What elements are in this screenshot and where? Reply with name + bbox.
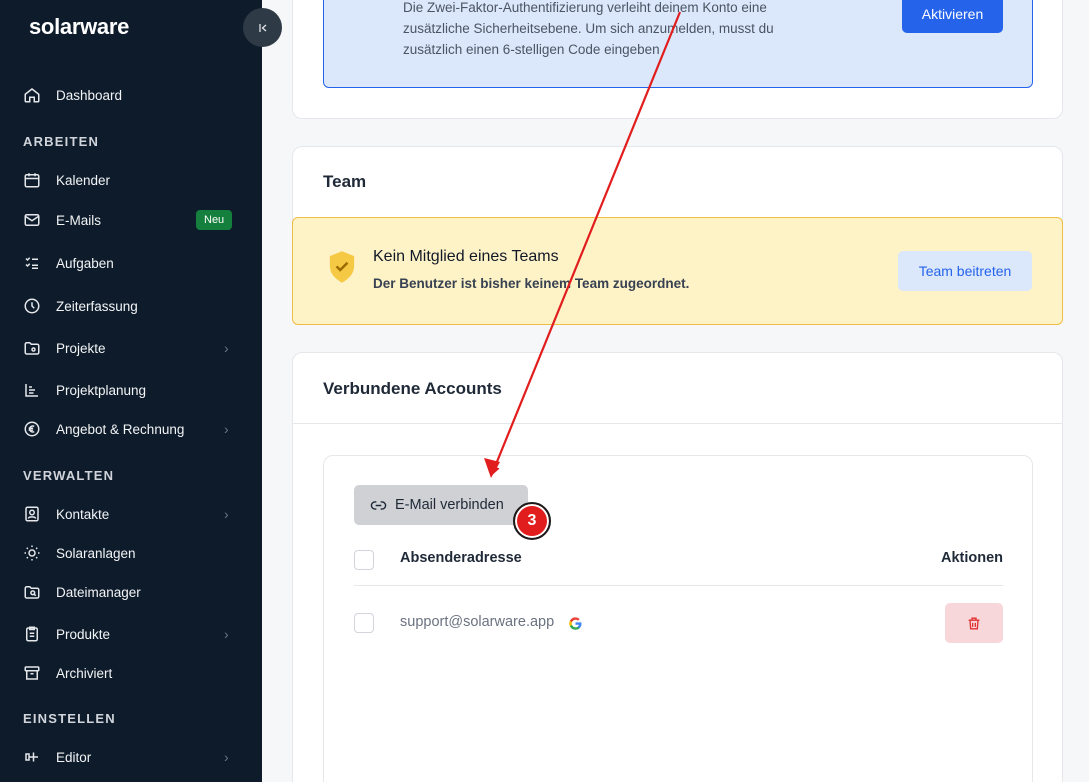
- delete-account-button[interactable]: [945, 603, 1003, 643]
- sidebar-item-label: Kalender: [56, 172, 111, 188]
- chevron-right-icon: ›: [224, 749, 229, 765]
- table-header-divider: [354, 585, 1003, 586]
- sidebar: solarware Dashboard ARBEITEN Kalender E-…: [0, 0, 262, 782]
- sidebar-item-label: Projektplanung: [56, 382, 147, 398]
- section-arbeiten: ARBEITEN: [23, 134, 100, 149]
- step-number-badge: 3: [513, 502, 551, 540]
- sidebar-item-label: Dateimanager: [56, 584, 141, 600]
- archive-icon: [24, 666, 40, 680]
- folder-search-icon: [24, 586, 40, 599]
- google-icon: [569, 617, 582, 630]
- accounts-inner-panel: E-Mail verbinden 3 Absenderadresse Aktio…: [323, 455, 1033, 782]
- sidebar-item-projektplanung[interactable]: Projektplanung: [0, 374, 262, 406]
- sidebar-item-label: Angebot & Rechnung: [56, 421, 185, 437]
- sidebar-item-projekte[interactable]: Projekte ›: [0, 332, 262, 364]
- join-team-button[interactable]: Team beitreten: [898, 251, 1032, 291]
- sidebar-item-aufgaben[interactable]: Aufgaben: [0, 247, 262, 279]
- calendar-icon: [24, 173, 40, 188]
- shield-check-icon: [329, 251, 355, 283]
- sidebar-item-angebot-rechnung[interactable]: Angebot & Rechnung ›: [0, 413, 262, 445]
- twofa-description: Die Zwei-Faktor-Authentifizierung verlei…: [403, 0, 774, 57]
- tasks-icon: [25, 257, 38, 269]
- card-divider: [293, 423, 1062, 424]
- team-banner-title: Kein Mitglied eines Teams: [373, 248, 559, 265]
- chevron-right-icon: ›: [224, 626, 229, 642]
- sidebar-item-label: E-Mails: [56, 212, 102, 228]
- sidebar-item-label: Editor: [56, 749, 92, 765]
- sidebar-item-label: Zeiterfassung: [56, 298, 138, 314]
- sidebar-item-label: Projekte: [56, 340, 106, 356]
- chevron-left-bar-icon: [258, 23, 266, 32]
- folder-icon: [24, 342, 40, 355]
- sidebar-item-label: Dashboard: [56, 87, 123, 103]
- row-checkbox[interactable]: [354, 613, 374, 633]
- twofa-box: Die Zwei-Faktor-Authentifizierung verlei…: [323, 0, 1033, 88]
- clock-icon: [24, 298, 40, 314]
- clipboard-icon: [26, 626, 38, 642]
- sidebar-item-zeiterfassung[interactable]: Zeiterfassung: [0, 290, 262, 322]
- sidebar-item-label: Produkte: [56, 626, 111, 642]
- column-header-sender: Absenderadresse: [400, 550, 522, 566]
- team-card-title: Team: [323, 172, 367, 191]
- sidebar-item-label: Solaranlagen: [56, 545, 136, 561]
- chart-icon: [25, 384, 38, 397]
- team-banner-subtitle: Der Benutzer ist bisher keinem Team zuge…: [373, 276, 690, 291]
- sidebar-item-dateimanager[interactable]: Dateimanager: [0, 576, 262, 608]
- section-verwalten: VERWALTEN: [23, 468, 115, 483]
- app-logo: solarware: [29, 14, 130, 39]
- home-icon: [24, 88, 40, 103]
- mail-icon: [24, 214, 40, 226]
- sidebar-item-produkte[interactable]: Produkte ›: [0, 618, 262, 650]
- chevron-right-icon: ›: [224, 421, 229, 437]
- sidebar-item-solaranlagen[interactable]: Solaranlagen: [0, 537, 262, 569]
- new-badge: Neu: [196, 210, 233, 230]
- connect-email-button[interactable]: E-Mail verbinden: [354, 485, 528, 525]
- chevron-right-icon: ›: [224, 340, 229, 356]
- sidebar-item-archiviert[interactable]: Archiviert: [0, 657, 262, 689]
- sidebar-item-emails[interactable]: E-Mails Neu: [0, 204, 262, 236]
- sidebar-item-label: Aufgaben: [56, 255, 114, 271]
- sidebar-item-label: Archiviert: [56, 665, 113, 681]
- sidebar-item-kalender[interactable]: Kalender: [0, 164, 262, 196]
- team-warning-banner: Kein Mitglied eines Teams Der Benutzer i…: [292, 217, 1063, 325]
- euro-icon: [24, 421, 40, 437]
- sidebar-item-label: Kontakte: [56, 506, 110, 522]
- accounts-card-title: Verbundene Accounts: [323, 379, 502, 398]
- editor-icon: [25, 752, 38, 762]
- activate-2fa-button[interactable]: Aktivieren: [902, 0, 1003, 33]
- trash-icon: [968, 617, 980, 629]
- sender-email: support@solarware.app: [400, 614, 555, 630]
- chevron-right-icon: ›: [224, 506, 229, 522]
- contact-icon: [25, 506, 39, 522]
- select-all-checkbox[interactable]: [354, 550, 374, 570]
- section-einstellen: EINSTELLEN: [23, 711, 116, 726]
- column-header-actions: Aktionen: [941, 550, 1004, 566]
- sidebar-item-editor[interactable]: Editor ›: [0, 741, 262, 773]
- connect-email-label: E-Mail verbinden: [395, 497, 504, 513]
- sidebar-item-dashboard[interactable]: Dashboard: [0, 79, 262, 111]
- link-icon: [370, 500, 387, 510]
- sidebar-item-kontakte[interactable]: Kontakte ›: [0, 498, 262, 530]
- sun-icon: [24, 545, 40, 561]
- sidebar-collapse-button[interactable]: [243, 8, 282, 47]
